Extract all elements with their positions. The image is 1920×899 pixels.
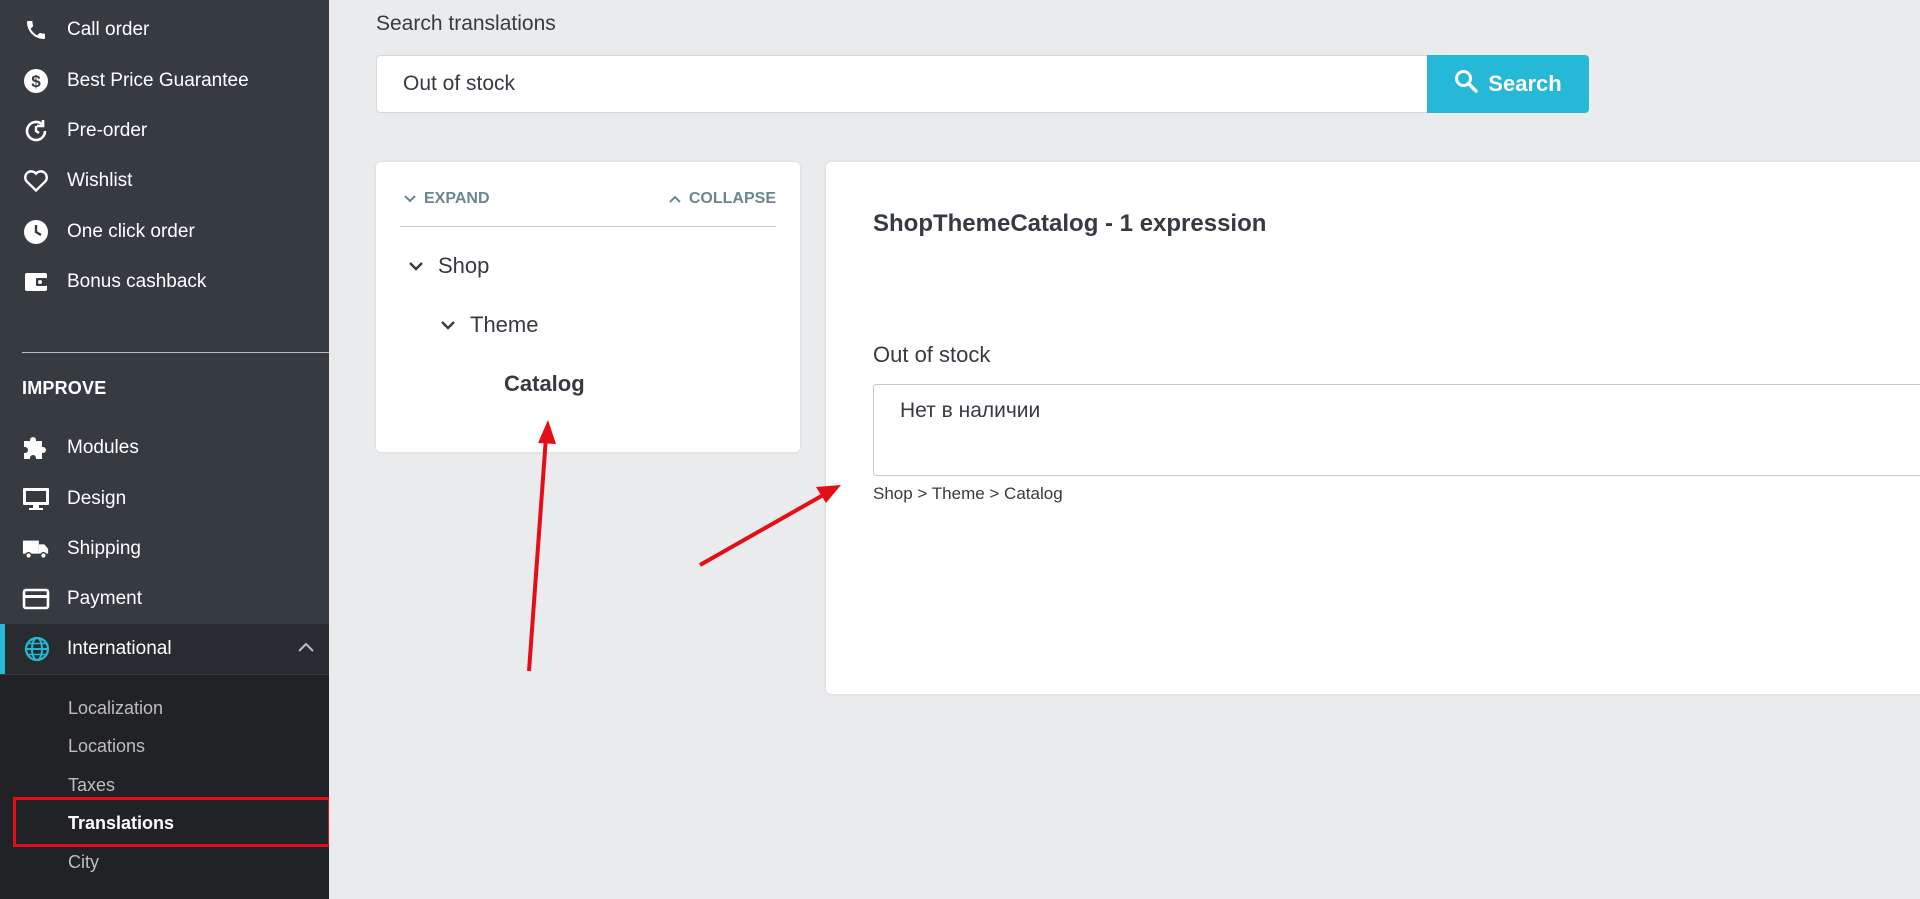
translation-detail: ShopThemeCatalog - 1 expression Out of s… xyxy=(826,162,1920,694)
expand-label: EXPAND xyxy=(424,190,490,207)
tree-node-label: Catalog xyxy=(504,371,585,396)
sidebar-item-best-price[interactable]: $ Best Price Guarantee xyxy=(0,56,329,106)
highlight-box xyxy=(13,797,329,847)
sidebar-item-label: Call order xyxy=(67,19,150,40)
sidebar-item-label: Payment xyxy=(67,588,142,609)
collapse-label: COLLAPSE xyxy=(688,190,776,207)
sidebar-item-label: Best Price Guarantee xyxy=(67,70,249,91)
sidebar-divider xyxy=(22,352,329,353)
search-button[interactable]: Search xyxy=(1427,55,1589,113)
phone-icon xyxy=(22,16,50,44)
tree-node-catalog[interactable]: Catalog xyxy=(504,371,585,397)
submenu-item-city[interactable]: City xyxy=(68,852,99,873)
sidebar-item-label: Bonus cashback xyxy=(67,271,207,292)
sidebar-item-label: Wishlist xyxy=(67,170,133,191)
sidebar-section-title: IMPROVE xyxy=(22,378,107,398)
submenu-item-localization[interactable]: Localization xyxy=(68,698,163,719)
sidebar-submenu xyxy=(0,675,329,899)
monitor-icon xyxy=(22,485,50,513)
tree-node-label: Shop xyxy=(438,253,490,278)
tree-node-theme[interactable]: Theme xyxy=(440,312,538,338)
globe-icon xyxy=(23,635,51,663)
sidebar-item-label: Modules xyxy=(67,437,139,458)
credit-card-icon xyxy=(22,585,50,613)
arrow-to-catalog xyxy=(527,436,548,672)
sidebar-item-label: International xyxy=(67,638,172,659)
translation-field[interactable]: Нет в наличии xyxy=(873,384,1920,476)
chevron-up-icon xyxy=(297,639,315,661)
truck-icon xyxy=(22,535,50,563)
sidebar-item-label: Pre-order xyxy=(67,120,148,141)
sidebar-item-one-click-order[interactable]: One click order xyxy=(0,207,329,257)
search-input[interactable] xyxy=(376,55,1428,113)
svg-text:$: $ xyxy=(31,72,41,91)
heart-icon xyxy=(22,167,50,195)
sidebar-item-label: One click order xyxy=(67,221,195,242)
sidebar-item-pre-order[interactable]: Pre-order xyxy=(0,106,329,156)
expand-button[interactable]: EXPAND xyxy=(404,190,490,208)
dollar-circle-icon: $ xyxy=(22,67,50,95)
detail-title: ShopThemeCatalog - 1 expression xyxy=(873,210,1267,237)
chevron-up-icon xyxy=(669,195,681,203)
sidebar-item-label: Design xyxy=(67,488,127,509)
submenu-item-taxes[interactable]: Taxes xyxy=(68,775,115,796)
puzzle-icon xyxy=(22,434,50,462)
arrow-to-field xyxy=(699,492,826,567)
search-button-label: Search xyxy=(1488,71,1562,96)
clock-refresh-icon xyxy=(22,117,50,145)
sidebar-item-shipping[interactable]: Shipping xyxy=(0,524,329,574)
submenu-item-locations[interactable]: Locations xyxy=(68,736,145,757)
sidebar-item-bonus-cashback[interactable]: Bonus cashback xyxy=(0,257,329,307)
sidebar-item-wishlist[interactable]: Wishlist xyxy=(0,156,329,206)
sidebar-item-international[interactable]: International xyxy=(0,624,329,674)
sidebar-item-payment[interactable]: Payment xyxy=(0,574,329,624)
wallet-icon xyxy=(22,268,50,296)
tree-node-shop[interactable]: Shop xyxy=(408,253,489,279)
sidebar-item-design[interactable]: Design xyxy=(0,474,329,524)
chevron-down-icon xyxy=(404,195,416,203)
search-label: Search translations xyxy=(376,12,556,35)
tree-node-label: Theme xyxy=(470,312,539,337)
sidebar-item-label: Shipping xyxy=(67,538,141,559)
expression-label: Out of stock xyxy=(873,342,991,367)
collapse-button[interactable]: COLLAPSE xyxy=(669,190,776,208)
chevron-down-icon xyxy=(441,321,455,330)
expression-path: Shop > Theme > Catalog xyxy=(873,484,1063,503)
sidebar-item-modules[interactable]: Modules xyxy=(0,423,329,473)
sidebar-item-call-order[interactable]: Call order xyxy=(0,5,329,55)
sidebar: Call order $ Best Price Guarantee Pre-or… xyxy=(0,0,329,899)
tree-controls: EXPAND COLLAPSE xyxy=(400,188,776,227)
translation-tree: EXPAND COLLAPSE Shop Theme Catalog xyxy=(376,162,800,452)
search-icon xyxy=(1454,69,1478,99)
clock-icon xyxy=(22,218,50,246)
chevron-down-icon xyxy=(409,262,423,271)
